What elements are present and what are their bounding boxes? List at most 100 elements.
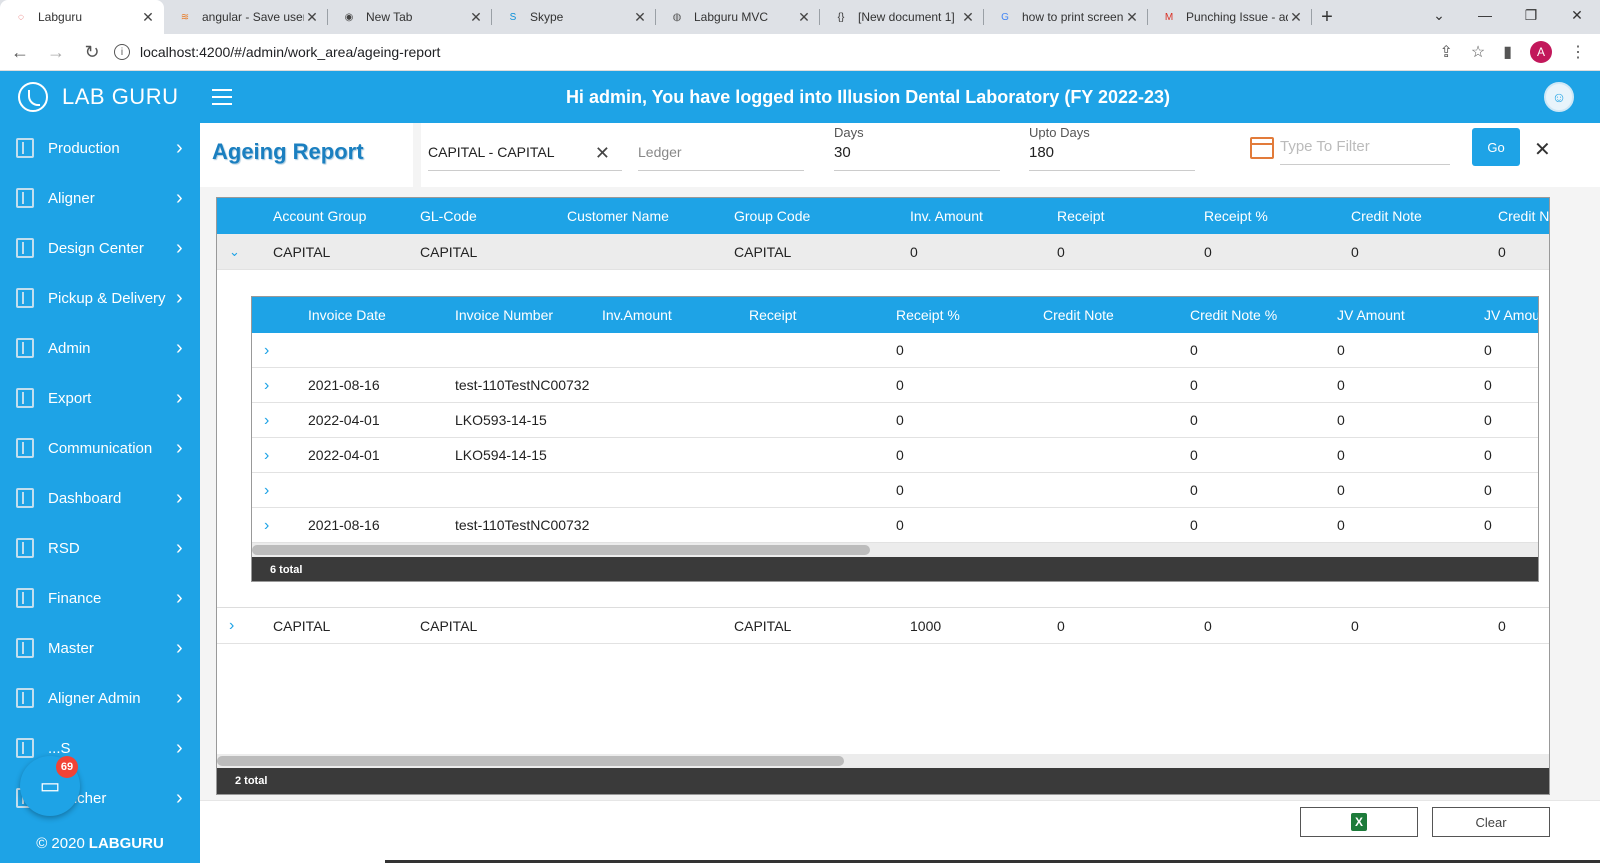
browser-tab[interactable]: M Punching Issue - ad ✕ bbox=[1148, 0, 1312, 34]
url-omnibox[interactable]: i localhost:4200/#/admin/work_area/agein… bbox=[114, 38, 1432, 66]
browser-tab[interactable]: {} [New document 1] ✕ bbox=[820, 0, 984, 34]
ageing-column-header[interactable]: GL-Code bbox=[420, 198, 477, 234]
clear-button[interactable]: Clear bbox=[1432, 807, 1550, 837]
table-cell: CAPITAL bbox=[420, 618, 478, 634]
sidebar-item[interactable]: Admin › bbox=[0, 323, 200, 373]
tab-search-chevron-icon[interactable]: ⌄ bbox=[1416, 0, 1462, 30]
chevron-right-icon[interactable]: › bbox=[264, 403, 269, 438]
ageing-grid-scroll-thumb[interactable] bbox=[217, 756, 844, 766]
table-row[interactable]: › 2022-04-01 LKO593-14-15 0 0 0 0 bbox=[252, 403, 1538, 438]
chevron-right-icon[interactable]: › bbox=[264, 508, 269, 543]
table-row[interactable]: › 0 0 0 0 bbox=[252, 333, 1538, 368]
invoice-grid-scroll-thumb[interactable] bbox=[252, 545, 871, 555]
sidebar-item[interactable]: RSD › bbox=[0, 523, 200, 573]
hamburger-menu-icon[interactable] bbox=[212, 89, 232, 105]
globe-favicon-icon: ◍ bbox=[672, 11, 682, 23]
sidebar-item[interactable]: Communication › bbox=[0, 423, 200, 473]
close-tab-icon[interactable]: ✕ bbox=[796, 9, 812, 26]
close-filter-icon[interactable]: ✕ bbox=[1534, 137, 1551, 162]
sidebar-item[interactable]: Aligner Admin › bbox=[0, 673, 200, 723]
profile-avatar[interactable]: A bbox=[1530, 41, 1552, 63]
export-excel-button[interactable]: X bbox=[1300, 807, 1418, 837]
ageing-column-header[interactable]: Receipt bbox=[1057, 198, 1104, 234]
close-tab-icon[interactable]: ✕ bbox=[1124, 9, 1140, 26]
ageing-column-header[interactable]: Credit Note bbox=[1351, 198, 1422, 234]
table-row[interactable]: › 2022-04-01 LKO594-14-15 0 0 0 0 bbox=[252, 438, 1538, 473]
sidebar-item[interactable]: Production › bbox=[0, 123, 200, 173]
close-tab-icon[interactable]: ✕ bbox=[140, 9, 156, 26]
close-tab-icon[interactable]: ✕ bbox=[468, 9, 484, 26]
user-avatar[interactable]: ☺ bbox=[1544, 82, 1574, 112]
account-select[interactable]: CAPITAL - CAPITAL ✕ bbox=[428, 137, 622, 171]
ledger-field[interactable]: Ledger bbox=[638, 137, 804, 171]
restore-icon[interactable]: ❐ bbox=[1508, 0, 1554, 30]
sidebar-item[interactable]: Aligner › bbox=[0, 173, 200, 223]
table-row[interactable]: › 2021-08-16 test-110TestNC00732 0 0 0 0 bbox=[252, 508, 1538, 543]
ageing-column-header[interactable]: Inv. Amount bbox=[910, 198, 983, 234]
sidebar-item[interactable]: Pickup & Delivery › bbox=[0, 273, 200, 323]
invoice-column-header[interactable]: Receipt bbox=[749, 297, 796, 333]
table-row[interactable]: ⌄ CAPITAL CAPITAL CAPITAL 0 0 0 0 0 bbox=[217, 234, 1549, 270]
browser-menu-icon[interactable]: ⋮ bbox=[1570, 42, 1586, 62]
menu-book-icon bbox=[16, 388, 34, 408]
close-window-icon[interactable]: ✕ bbox=[1554, 0, 1600, 30]
chevron-right-icon[interactable]: › bbox=[264, 473, 269, 508]
ageing-column-header[interactable]: Receipt % bbox=[1204, 198, 1268, 234]
browser-tab[interactable]: ◍ Labguru MVC ✕ bbox=[656, 0, 820, 34]
close-tab-icon[interactable]: ✕ bbox=[304, 9, 320, 26]
close-tab-icon[interactable]: ✕ bbox=[960, 9, 976, 26]
sidebar-item[interactable]: Export › bbox=[0, 373, 200, 423]
sidebar-item[interactable]: Design Center › bbox=[0, 223, 200, 273]
bookmark-star-icon[interactable]: ☆ bbox=[1471, 42, 1485, 62]
invoice-column-header[interactable]: Invoice Number bbox=[455, 297, 553, 333]
chevron-right-icon[interactable]: › bbox=[264, 438, 269, 473]
browser-tab[interactable]: ◉ New Tab ✕ bbox=[328, 0, 492, 34]
invoice-column-header[interactable]: Credit Note % bbox=[1190, 297, 1277, 333]
invoice-column-header[interactable]: JV Amount bbox=[1337, 297, 1405, 333]
minimize-icon[interactable]: — bbox=[1462, 0, 1508, 30]
clear-account-icon[interactable]: ✕ bbox=[595, 143, 610, 164]
days-field[interactable]: Days 30 bbox=[834, 125, 1000, 171]
forward-arrow-icon[interactable]: → bbox=[40, 36, 72, 68]
table-row[interactable]: › CAPITAL CAPITAL CAPITAL 1000 0 0 0 0 bbox=[217, 608, 1549, 644]
chevron-right-icon[interactable]: › bbox=[264, 368, 269, 403]
title-divider bbox=[413, 123, 421, 187]
sidebar-item[interactable]: Finance › bbox=[0, 573, 200, 623]
chevron-right-icon[interactable]: › bbox=[229, 608, 234, 644]
reload-icon[interactable]: ↻ bbox=[76, 36, 108, 68]
menu-book-icon bbox=[16, 688, 34, 708]
sidebar-item[interactable]: Master › bbox=[0, 623, 200, 673]
ageing-column-header[interactable]: Group Code bbox=[734, 198, 810, 234]
calendar-icon[interactable] bbox=[1250, 137, 1274, 159]
browser-tab[interactable]: Ghow to print screen ✕ bbox=[984, 0, 1148, 34]
share-icon[interactable]: ⇪ bbox=[1439, 42, 1452, 62]
filter-input[interactable]: Type To Filter bbox=[1280, 133, 1450, 165]
browser-tab[interactable]: S Skype ✕ bbox=[492, 0, 656, 34]
upto-days-field[interactable]: Upto Days 180 bbox=[1029, 125, 1195, 171]
url-text[interactable]: localhost:4200/#/admin/work_area/ageing-… bbox=[140, 44, 1431, 60]
table-row[interactable]: › 2021-08-16 test-110TestNC00732 0 0 0 0 bbox=[252, 368, 1538, 403]
browser-tab[interactable]: ≋ angular - Save user ✕ bbox=[164, 0, 328, 34]
chevron-right-icon[interactable]: › bbox=[264, 333, 269, 368]
ageing-column-header[interactable]: Customer Name bbox=[567, 198, 669, 234]
invoice-grid-scrollbar[interactable] bbox=[252, 543, 1538, 557]
invoice-column-header[interactable]: Receipt % bbox=[896, 297, 960, 333]
back-arrow-icon[interactable]: ← bbox=[4, 36, 36, 68]
invoice-column-header[interactable]: Inv.Amount bbox=[602, 297, 672, 333]
side-panel-icon[interactable]: ▮ bbox=[1503, 42, 1512, 62]
close-tab-icon[interactable]: ✕ bbox=[1288, 9, 1304, 26]
invoice-column-header[interactable]: Invoice Date bbox=[308, 297, 386, 333]
go-button[interactable]: Go bbox=[1472, 128, 1520, 166]
sidebar-item[interactable]: Dashboard › bbox=[0, 473, 200, 523]
new-tab-plus-icon[interactable]: + bbox=[1312, 0, 1342, 34]
ageing-column-header[interactable]: Credit N bbox=[1498, 198, 1549, 234]
ageing-grid-scrollbar[interactable] bbox=[217, 754, 1549, 768]
invoice-column-header[interactable]: JV Amou bbox=[1484, 297, 1538, 333]
site-info-icon[interactable]: i bbox=[114, 44, 130, 60]
close-tab-icon[interactable]: ✕ bbox=[632, 9, 648, 26]
ageing-column-header[interactable]: Account Group bbox=[273, 198, 366, 234]
invoice-column-header[interactable]: Credit Note bbox=[1043, 297, 1114, 333]
chevron-down-icon[interactable]: ⌄ bbox=[229, 234, 240, 270]
table-row[interactable]: › 0 0 0 0 bbox=[252, 473, 1538, 508]
browser-tab[interactable]: ◌ Labguru ✕ bbox=[0, 0, 164, 34]
